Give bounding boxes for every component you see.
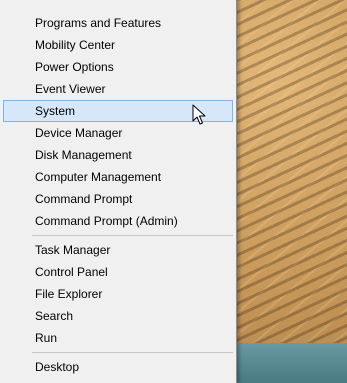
menu-item-task-manager[interactable]: Task Manager: [3, 239, 233, 261]
quick-link-context-menu: Programs and Features Mobility Center Po…: [0, 0, 237, 383]
menu-item-power-options[interactable]: Power Options: [3, 56, 233, 78]
menu-item-event-viewer[interactable]: Event Viewer: [3, 78, 233, 100]
menu-separator: [32, 352, 233, 353]
menu-item-disk-management[interactable]: Disk Management: [3, 144, 233, 166]
wallpaper-water-area: [230, 343, 347, 383]
menu-item-computer-management[interactable]: Computer Management: [3, 166, 233, 188]
menu-item-programs-and-features[interactable]: Programs and Features: [3, 12, 233, 34]
menu-item-control-panel[interactable]: Control Panel: [3, 261, 233, 283]
menu-separator: [32, 235, 233, 236]
menu-item-command-prompt[interactable]: Command Prompt: [3, 188, 233, 210]
menu-item-command-prompt-admin[interactable]: Command Prompt (Admin): [3, 210, 233, 232]
menu-item-desktop[interactable]: Desktop: [3, 356, 233, 378]
menu-item-mobility-center[interactable]: Mobility Center: [3, 34, 233, 56]
menu-item-file-explorer[interactable]: File Explorer: [3, 283, 233, 305]
menu-item-run[interactable]: Run: [3, 327, 233, 349]
arrow-pointer-icon: [192, 104, 206, 125]
menu-item-search[interactable]: Search: [3, 305, 233, 327]
